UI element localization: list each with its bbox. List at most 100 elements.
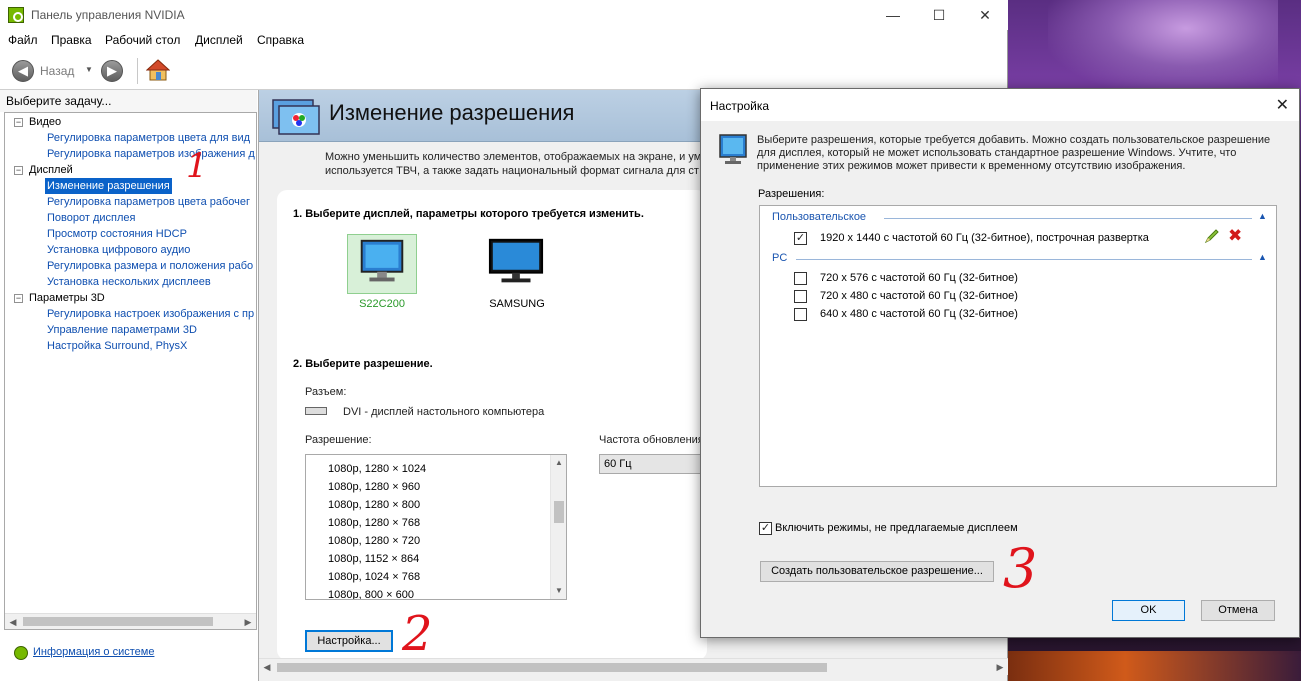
ok-button[interactable]: OK — [1112, 600, 1185, 621]
tree-item-hdcp-status[interactable]: Просмотр состояния HDCP — [47, 226, 187, 242]
minimize-button[interactable]: — — [870, 0, 916, 30]
page-description: Можно уменьшить количество элементов, от… — [325, 151, 702, 177]
settings-card: 1. Выберите дисплей, параметры которого … — [277, 190, 709, 660]
tree-item-rotate-display[interactable]: Поворот дисплея — [47, 210, 135, 226]
list-item[interactable]: 1080p, 1280 × 800 — [328, 496, 420, 514]
dialog-title-bar: Настройка ✕ — [701, 89, 1299, 121]
group-divider — [796, 259, 1252, 260]
monitor-label-samsung[interactable]: SAMSUNG — [477, 298, 557, 310]
group-custom: Пользовательское — [772, 211, 867, 223]
tree-item-multiple-displays[interactable]: Установка нескольких дисплеев — [47, 274, 211, 290]
back-arrow-icon[interactable]: ◀ — [12, 60, 34, 82]
tree-item-surround-physx[interactable]: Настройка Surround, PhysX — [47, 338, 187, 354]
list-item[interactable]: 1080p, 1280 × 720 — [328, 532, 420, 550]
tree-group-3d[interactable]: Параметры 3D — [29, 290, 105, 306]
list-item[interactable]: 1080p, 1280 × 768 — [328, 514, 420, 532]
resolution-list[interactable]: 1080p, 1280 × 1024 1080p, 1280 × 960 108… — [305, 454, 567, 600]
refresh-rate-select[interactable]: 60 Гц — [599, 454, 709, 474]
system-info-link[interactable]: Информация о системе — [33, 646, 154, 658]
monitor-label-s22c200[interactable]: S22C200 — [342, 298, 422, 310]
annotation-1: 1 — [186, 146, 208, 186]
tree-item-video-color[interactable]: Регулировка параметров цвета для вид — [47, 130, 250, 146]
close-icon[interactable]: ✕ — [1276, 95, 1289, 115]
group-pc: PC — [772, 252, 788, 264]
tree-item-video-image[interactable]: Регулировка параметров изображения д — [47, 146, 255, 162]
dialog-description: Выберите разрешения, которые требуется д… — [757, 134, 1271, 172]
collapse-video-icon[interactable]: − — [14, 118, 23, 127]
menu-help[interactable]: Справка — [257, 33, 304, 47]
annotation-3: 3 — [1003, 537, 1038, 600]
cancel-button[interactable]: Отмена — [1201, 600, 1275, 621]
pc-resolution-item[interactable]: 640 x 480 с частотой 60 Гц (32-битное) — [820, 308, 1018, 320]
list-item[interactable]: 1080p, 800 × 600 — [328, 586, 414, 599]
scroll-left-icon[interactable]: ◀ — [5, 614, 21, 629]
forward-arrow-icon[interactable]: ▶ — [101, 60, 123, 82]
connector-label: Разъем: — [305, 386, 347, 398]
maximize-button[interactable]: ☐ — [916, 0, 962, 30]
tree-item-digital-audio[interactable]: Установка цифрового аудио — [47, 242, 190, 258]
content-horizontal-scrollbar[interactable]: ◀ ▶ — [259, 658, 1008, 675]
custom-resolution-checkbox[interactable]: ✓ — [794, 232, 807, 245]
dialog-title: Настройка — [710, 99, 770, 113]
monitor-s22c200[interactable] — [347, 234, 417, 294]
group-divider — [884, 218, 1252, 219]
nvidia-logo-icon — [8, 7, 24, 23]
pc-resolution-item[interactable]: 720 x 576 с частотой 60 Гц (32-битное) — [820, 272, 1018, 284]
resolutions-list[interactable]: Пользовательское ▲ ✓ 1920 x 1440 с часто… — [759, 205, 1277, 487]
back-label[interactable]: Назад — [40, 64, 74, 78]
tree-item-manage-3d[interactable]: Управление параметрами 3D — [47, 322, 197, 338]
step2-heading: 2. Выберите разрешение. — [293, 358, 433, 370]
wallpaper-glow — [1048, 0, 1278, 95]
scroll-thumb[interactable] — [554, 501, 564, 523]
list-item[interactable]: 1080p, 1280 × 1024 — [328, 460, 426, 478]
tree-item-desktop-size[interactable]: Регулировка размера и положения рабо — [47, 258, 253, 274]
delete-x-icon[interactable]: ✖ — [1228, 227, 1242, 244]
collapse-3d-icon[interactable]: − — [14, 294, 23, 303]
edit-pencil-icon[interactable] — [1204, 228, 1220, 244]
list-item[interactable]: 1080p, 1280 × 960 — [328, 478, 420, 496]
menu-desktop[interactable]: Рабочий стол — [105, 33, 180, 47]
menu-display[interactable]: Дисплей — [195, 33, 243, 47]
scroll-up-icon[interactable]: ▲ — [551, 455, 566, 471]
task-tree: − Видео Регулировка параметров цвета для… — [4, 112, 257, 630]
pc-resolution-checkbox[interactable] — [794, 272, 807, 285]
pc-resolution-checkbox[interactable] — [794, 290, 807, 303]
history-dropdown-icon[interactable]: ▼ — [85, 65, 93, 74]
menu-file[interactable]: Файл — [8, 33, 38, 47]
page-title: Изменение разрешения — [329, 100, 575, 125]
scroll-down-icon[interactable]: ▼ — [551, 583, 566, 599]
resolutions-label: Разрешения: — [758, 188, 825, 200]
scroll-right-icon[interactable]: ▶ — [240, 614, 256, 629]
pc-resolution-item[interactable]: 720 x 480 с частотой 60 Гц (32-битное) — [820, 290, 1018, 302]
tree-item-3d-image[interactable]: Регулировка настроек изображения с пр — [47, 306, 254, 322]
monitor-icon — [719, 134, 747, 164]
list-item[interactable]: 1080p, 1024 × 768 — [328, 568, 420, 586]
monitor-samsung[interactable] — [482, 234, 552, 294]
create-custom-resolution-button[interactable]: Создать пользовательское разрешение... — [760, 561, 994, 582]
tree-group-video[interactable]: Видео — [29, 114, 61, 130]
window-title: Панель управления NVIDIA — [31, 8, 185, 22]
collapse-display-icon[interactable]: − — [14, 166, 23, 175]
pc-resolution-checkbox[interactable] — [794, 308, 807, 321]
scroll-thumb[interactable] — [277, 663, 827, 672]
close-button[interactable]: ✕ — [962, 0, 1008, 30]
enable-modes-checkbox[interactable]: ✓ — [759, 522, 772, 535]
scroll-left-icon[interactable]: ◀ — [259, 659, 275, 676]
resolution-list-scrollbar[interactable]: ▲ ▼ — [550, 455, 566, 599]
system-info-icon[interactable] — [14, 646, 28, 660]
list-item[interactable]: 1080p, 1152 × 864 — [328, 550, 419, 568]
customize-dialog: Настройка ✕ Выберите разрешения, которые… — [700, 88, 1300, 638]
tree-horizontal-scrollbar[interactable]: ◀ ▶ — [5, 613, 256, 629]
enable-modes-label[interactable]: Включить режимы, не предлагаемые дисплее… — [775, 522, 1018, 534]
scroll-thumb[interactable] — [23, 617, 213, 626]
menu-edit[interactable]: Правка — [51, 33, 92, 47]
tree-group-display[interactable]: Дисплей — [29, 162, 73, 178]
tree-item-desktop-color[interactable]: Регулировка параметров цвета рабочег — [47, 194, 250, 210]
collapse-icon[interactable]: ▲ — [1258, 252, 1267, 262]
tree-item-change-resolution[interactable]: Изменение разрешения — [45, 178, 172, 194]
scroll-right-icon[interactable]: ▶ — [992, 659, 1008, 676]
collapse-icon[interactable]: ▲ — [1258, 211, 1267, 221]
custom-resolution-item[interactable]: 1920 x 1440 с частотой 60 Гц (32-битное)… — [820, 232, 1149, 244]
home-icon[interactable] — [146, 58, 170, 82]
customize-button[interactable]: Настройка... — [305, 630, 393, 652]
